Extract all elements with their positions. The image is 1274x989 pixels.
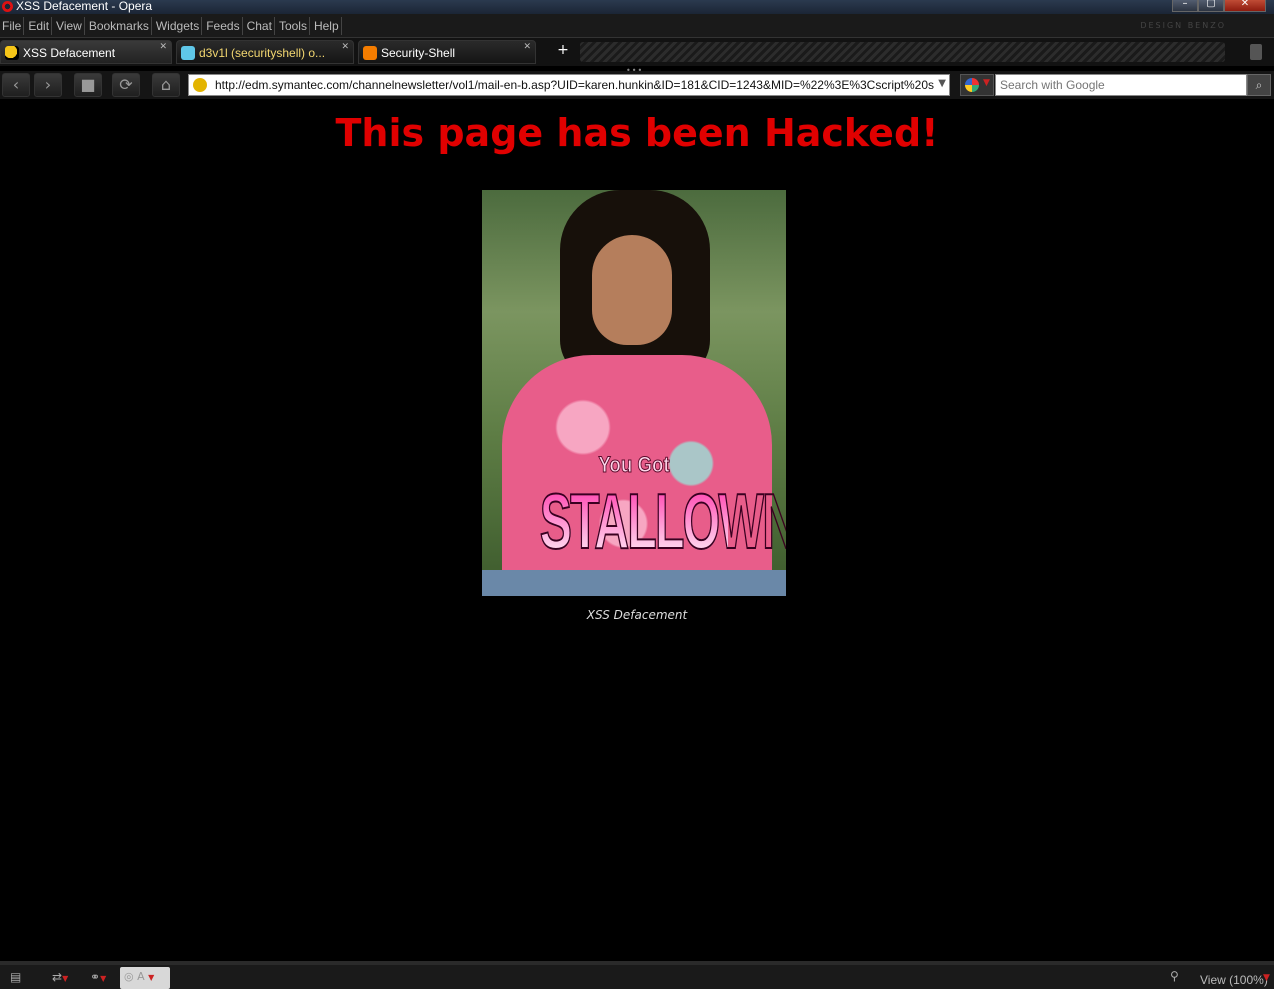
chevron-down-icon[interactable]: ▼: [938, 78, 946, 89]
zoom-icon[interactable]: ⚲: [1170, 969, 1179, 983]
web-page-content: This page has been Hacked! You Got STALL…: [0, 99, 1274, 961]
new-tab-button[interactable]: +: [550, 42, 576, 62]
site-icon: [193, 78, 207, 92]
forward-button[interactable]: ›: [34, 73, 62, 97]
image-jeans: [482, 570, 786, 596]
reload-button[interactable]: ⟳: [112, 73, 140, 97]
menu-bar: File Edit View Bookmarks Widgets Feeds C…: [0, 14, 1274, 38]
chevron-down-icon: ▼: [983, 78, 990, 88]
loading-icon: [5, 46, 19, 60]
address-bar[interactable]: http://edm.symantec.com/channelnewslette…: [188, 74, 950, 96]
window-controls: – ▢ ✕: [1172, 0, 1266, 12]
tab-label: Security-Shell: [381, 46, 456, 60]
status-bar: ▤ ⇄▼ ⚭▼ ◎ A ▼ ⚲ View (100%) ▼: [0, 961, 1274, 989]
search-input[interactable]: [995, 74, 1247, 96]
image-face: [592, 235, 672, 345]
menu-file[interactable]: File: [0, 16, 25, 35]
search-icon[interactable]: ⌕: [1247, 74, 1271, 96]
image-caption-top: You Got: [598, 452, 670, 478]
tab-close-icon[interactable]: ✕: [523, 41, 531, 52]
image-caption-main: STALLOWN3D!1: [539, 476, 786, 567]
menu-tools[interactable]: Tools: [277, 16, 310, 35]
menu-help[interactable]: Help: [312, 16, 342, 35]
window-title-bar: XSS Defacement - Opera – ▢ ✕: [0, 0, 1274, 14]
network-icon[interactable]: ⚭▼: [90, 970, 110, 986]
image-caption: XSS Defacement: [586, 608, 688, 622]
menu-view[interactable]: View: [54, 16, 85, 35]
tab-label: d3v1l (securityshell) o...: [199, 46, 326, 60]
tab-close-icon[interactable]: ✕: [159, 41, 167, 52]
back-button[interactable]: ‹: [2, 73, 30, 97]
blogger-icon: [363, 46, 377, 60]
google-icon: [965, 78, 979, 92]
tab-xss-defacement[interactable]: XSS Defacement ✕: [0, 40, 172, 64]
zoom-level[interactable]: View (100%): [1200, 973, 1268, 987]
trash-icon[interactable]: [1250, 44, 1262, 60]
menu-chat[interactable]: Chat: [245, 16, 275, 35]
window-title: XSS Defacement - Opera: [16, 0, 153, 13]
tab-close-icon[interactable]: ✕: [341, 41, 349, 52]
sync-icon[interactable]: ⇄▼: [52, 970, 72, 986]
tab-bar-filler: [580, 42, 1225, 62]
address-input[interactable]: http://edm.symantec.com/channelnewslette…: [215, 78, 937, 92]
turbo-icon[interactable]: ◎ A ▼: [120, 967, 170, 989]
close-window-button[interactable]: ✕: [1224, 0, 1266, 12]
stop-button[interactable]: ■: [74, 73, 102, 97]
page-heading: This page has been Hacked!: [335, 111, 939, 155]
panel-toggle-icon[interactable]: ▤: [10, 970, 30, 986]
defacement-image: You Got STALLOWN3D!1: [482, 190, 786, 596]
menu-bookmarks[interactable]: Bookmarks: [87, 16, 152, 35]
maximize-button[interactable]: ▢: [1198, 0, 1224, 12]
search-engine-selector[interactable]: ▼: [960, 74, 994, 96]
navigation-bar: ‹ › ■ ⟳ ⌂ http://edm.symantec.com/channe…: [0, 71, 1274, 99]
home-button[interactable]: ⌂: [152, 73, 180, 97]
tab-security-shell[interactable]: Security-Shell ✕: [358, 40, 536, 64]
menu-feeds[interactable]: Feeds: [204, 16, 243, 35]
tab-bar: XSS Defacement ✕ d3v1l (securityshell) o…: [0, 38, 1274, 66]
minimize-button[interactable]: –: [1172, 0, 1198, 12]
tab-label: XSS Defacement: [23, 46, 116, 60]
search-box: ▼ ⌕: [960, 74, 1274, 96]
twitter-icon: [181, 46, 195, 60]
menu-widgets[interactable]: Widgets: [154, 16, 203, 35]
opera-logo-icon: [2, 1, 13, 12]
chevron-down-icon[interactable]: ▼: [1263, 973, 1270, 983]
skin-brand: DESIGN BENZO: [1140, 21, 1226, 30]
tab-twitter[interactable]: d3v1l (securityshell) o... ✕: [176, 40, 354, 64]
menu-edit[interactable]: Edit: [26, 16, 53, 35]
